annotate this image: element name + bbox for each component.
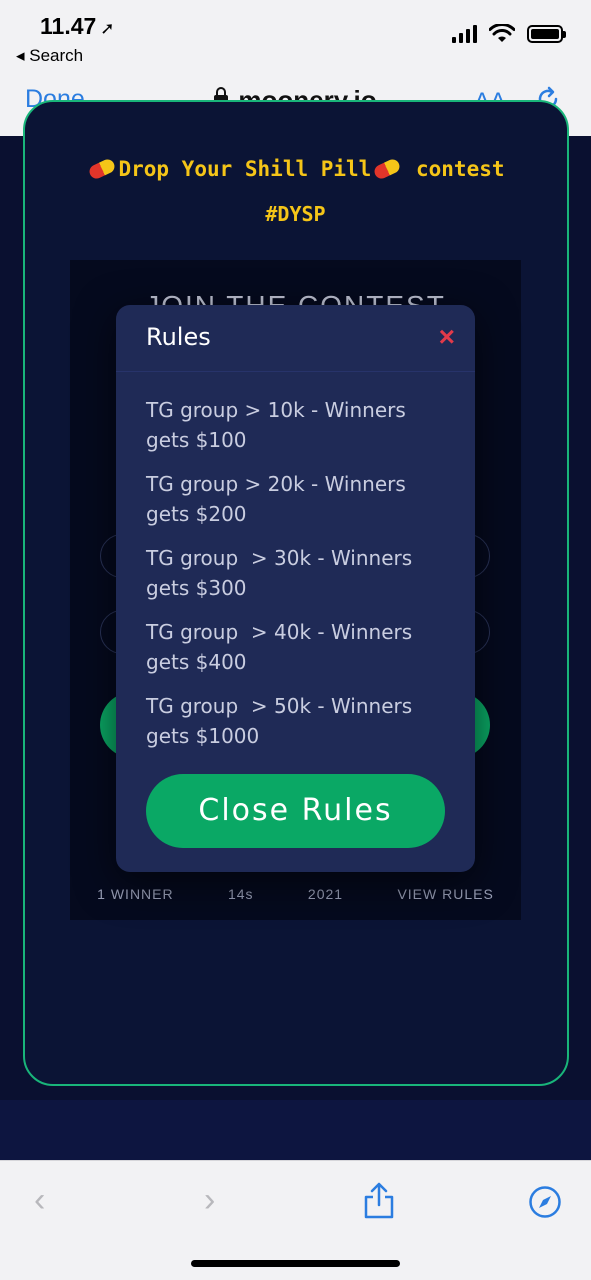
signal-icon <box>452 25 477 43</box>
rule-item: TG group > 50k - Winners gets $1000 <box>146 694 419 748</box>
back-icon[interactable]: ‹ <box>34 1181 45 1220</box>
hashtag: #DYSP <box>265 202 326 226</box>
close-rules-button[interactable]: Close Rules <box>146 774 445 848</box>
pill-icon <box>87 157 118 181</box>
page-footer-band <box>0 1100 591 1160</box>
status-time: 11.47 ➚ <box>40 13 115 40</box>
close-icon[interactable]: × <box>439 321 455 353</box>
contest-stats: 1 WINNER 14s 2021 VIEW RULES <box>70 886 521 902</box>
home-indicator <box>191 1260 400 1267</box>
time-remaining: 14s <box>227 886 254 902</box>
share-icon[interactable] <box>362 1181 396 1219</box>
rule-item: TG group > 10k - Winners gets $100 <box>146 398 413 452</box>
winner-count: 1 WINNER <box>97 886 174 902</box>
pill-icon <box>372 157 403 181</box>
rule-item: TG group > 20k - Winners gets $200 <box>146 472 413 526</box>
clock-text: 11.47 <box>40 13 97 39</box>
compass-icon[interactable] <box>528 1185 562 1219</box>
promo-title: Drop Your Shill Pill contest <box>0 157 591 181</box>
forward-icon[interactable]: › <box>204 1181 215 1220</box>
rule-item: TG group > 40k - Winners gets $400 <box>146 620 419 674</box>
rules-modal: Rules × TG group > 10k - Winners gets $1… <box>116 305 475 872</box>
back-to-search-link[interactable]: ◂ Search <box>16 46 83 66</box>
battery-icon <box>527 25 566 43</box>
wifi-icon <box>489 24 515 42</box>
location-arrow-icon: ➚ <box>100 19 115 38</box>
modal-title: Rules <box>146 323 211 351</box>
rules-list: TG group > 10k - Winners gets $100 TG gr… <box>146 395 451 765</box>
end-date: 2021 <box>307 886 344 902</box>
rule-item: TG group > 30k - Winners gets $300 <box>146 546 419 600</box>
modal-divider <box>116 371 475 372</box>
view-rules-link[interactable]: VIEW RULES <box>397 886 493 902</box>
status-icons <box>452 24 566 44</box>
